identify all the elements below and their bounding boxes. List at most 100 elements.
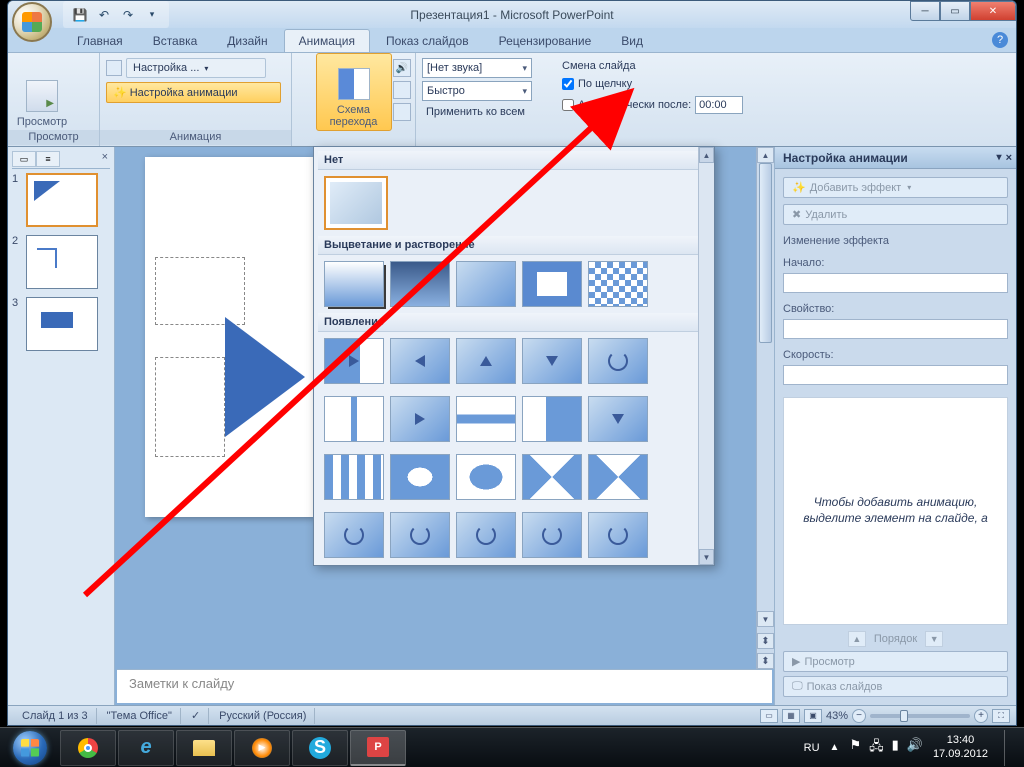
help-icon[interactable]: ? (992, 32, 1008, 48)
transition-push-left[interactable] (390, 396, 450, 442)
transition-split-v[interactable] (456, 396, 516, 442)
transition-diamond[interactable] (588, 454, 648, 500)
taskbar-powerpoint[interactable]: P (350, 730, 406, 766)
qat-dropdown-icon[interactable]: ▾ (143, 6, 161, 24)
sorter-view-icon[interactable]: ▦ (782, 709, 800, 723)
tray-network-icon[interactable]: 🖧 (869, 737, 884, 759)
sound-icon[interactable]: 🔊 (393, 59, 411, 77)
anim-preview-button[interactable]: ▶ Просмотр (783, 651, 1008, 672)
anim-slideshow-button[interactable]: 🖵 Показ слайдов (783, 676, 1008, 697)
notes-area[interactable]: Заметки к слайду (117, 669, 772, 703)
sound-dropdown[interactable]: [Нет звука] (422, 58, 532, 78)
on-click-checkbox[interactable]: По щелчку (562, 76, 632, 92)
transition-cut[interactable] (456, 261, 516, 307)
zoom-out-icon[interactable]: − (852, 709, 866, 723)
fit-view-icon[interactable]: ⛶ (992, 709, 1010, 723)
slides-tab[interactable]: ▭ (12, 151, 36, 167)
speed-icon[interactable] (393, 81, 411, 99)
slideshow-view-icon[interactable]: ▣ (804, 709, 822, 723)
zoom-in-icon[interactable]: + (974, 709, 988, 723)
custom-dropdown[interactable]: Настройка ... (126, 58, 266, 78)
transition-cover-down[interactable] (522, 338, 582, 384)
scroll-up-icon[interactable]: ▲ (757, 147, 774, 163)
transition-cover-left[interactable] (324, 338, 384, 384)
start-field[interactable] (783, 273, 1008, 293)
order-up-icon[interactable]: ▲ (848, 631, 866, 647)
transition-box-out[interactable] (456, 454, 516, 500)
prev-slide-icon[interactable]: ⬍ (757, 633, 774, 649)
auto-after-row[interactable]: Автоматически после: 00:00 (562, 94, 743, 116)
apply-all-button[interactable]: Применить ко всем (422, 104, 529, 120)
tab-home[interactable]: Главная (63, 30, 137, 52)
tab-design[interactable]: Дизайн (213, 30, 281, 52)
property-field[interactable] (783, 319, 1008, 339)
panel-close-icon[interactable]: × (102, 151, 108, 163)
tray-expand-icon[interactable]: ▲ (830, 742, 840, 753)
slide-canvas[interactable] (145, 157, 313, 517)
preview-button[interactable]: ▶ Просмотр (14, 58, 70, 130)
delete-effect-button[interactable]: ✖ Удалить (783, 204, 1008, 225)
speed-dropdown[interactable]: Быстро (422, 81, 532, 101)
show-desktop-button[interactable] (1004, 730, 1016, 766)
transition-fade-black[interactable] (390, 261, 450, 307)
transition-wheel-8[interactable] (588, 512, 648, 558)
transition-wheel-1[interactable] (324, 512, 384, 558)
save-icon[interactable]: 💾 (71, 6, 89, 24)
redo-icon[interactable]: ↷ (119, 6, 137, 24)
tab-review[interactable]: Рецензирование (485, 30, 606, 52)
scroll-thumb[interactable] (759, 163, 772, 343)
tray-lang[interactable]: RU (804, 742, 820, 754)
maximize-button[interactable]: ▭ (940, 1, 970, 21)
transition-checker[interactable] (588, 261, 648, 307)
next-slide-icon[interactable]: ⬍ (757, 653, 774, 669)
taskbar-skype[interactable]: S (292, 730, 348, 766)
add-effect-button[interactable]: ✨ Добавить эффект (783, 177, 1008, 198)
taskbar-chrome[interactable] (60, 730, 116, 766)
anim-pane-menu-icon[interactable]: ▾ (997, 152, 1002, 164)
transition-dissolve[interactable] (522, 261, 582, 307)
tab-animation[interactable]: Анимация (284, 29, 370, 52)
status-spellcheck[interactable]: ✓ (183, 708, 209, 724)
transition-cover-right[interactable] (390, 338, 450, 384)
tab-slideshow[interactable]: Показ слайдов (372, 30, 483, 52)
transition-wheel-3[interactable] (456, 512, 516, 558)
transition-scheme-button[interactable]: Схема перехода (316, 53, 392, 131)
scroll-down-icon[interactable]: ▼ (757, 611, 774, 627)
transition-fade[interactable] (324, 261, 384, 307)
transition-strips[interactable] (324, 454, 384, 500)
anim-pane-close-icon[interactable]: × (1006, 152, 1012, 164)
taskbar-explorer[interactable] (176, 730, 232, 766)
time-field[interactable]: 00:00 (695, 96, 743, 114)
undo-icon[interactable]: ↶ (95, 6, 113, 24)
tray-battery-icon[interactable]: ▮ (892, 737, 899, 759)
apply-icon[interactable] (393, 103, 411, 121)
thumbnail-3[interactable]: 3 (12, 297, 110, 351)
tab-view[interactable]: Вид (607, 30, 657, 52)
transition-wheel-2[interactable] (390, 512, 450, 558)
placeholder-1[interactable] (155, 257, 245, 325)
status-language[interactable]: Русский (Россия) (211, 708, 315, 724)
placeholder-2[interactable] (155, 357, 225, 457)
transition-wipe-r[interactable] (522, 396, 582, 442)
transition-none[interactable] (324, 176, 388, 230)
zoom-percent[interactable]: 43% (826, 710, 848, 722)
gallery-scroll-up-icon[interactable]: ▲ (699, 147, 714, 163)
custom-animation-button[interactable]: ✨ Настройка анимации (106, 82, 281, 103)
transition-cover-up[interactable] (456, 338, 516, 384)
order-down-icon[interactable]: ▼ (925, 631, 943, 647)
speed-field[interactable] (783, 365, 1008, 385)
on-click-check[interactable] (562, 78, 574, 90)
zoom-slider[interactable] (870, 714, 970, 718)
vertical-scrollbar[interactable]: ▲ ▼ ⬍ ⬍ (756, 147, 774, 669)
transition-push-down[interactable] (588, 396, 648, 442)
office-button[interactable] (12, 2, 52, 42)
transition-box-in[interactable] (390, 454, 450, 500)
tray-volume-icon[interactable]: 🔊 (907, 737, 923, 759)
tray-flag-icon[interactable]: ⚑ (849, 737, 861, 759)
thumbnail-1[interactable]: 1 (12, 173, 110, 227)
taskbar-ie[interactable]: e (118, 730, 174, 766)
auto-after-check[interactable] (562, 99, 574, 111)
tab-insert[interactable]: Вставка (139, 30, 212, 52)
gallery-scroll-down-icon[interactable]: ▼ (699, 549, 714, 565)
start-button[interactable] (4, 730, 56, 766)
